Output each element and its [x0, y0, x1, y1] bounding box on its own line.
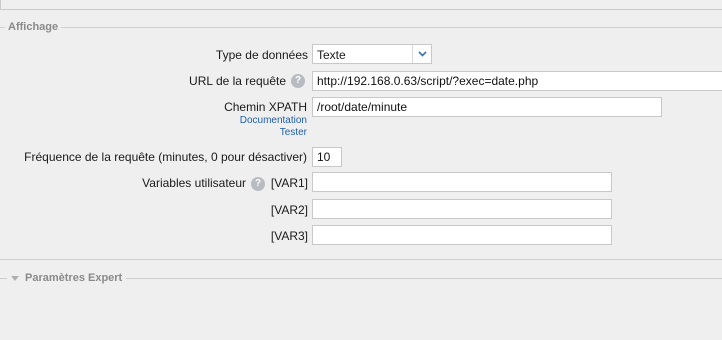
var1-input[interactable] — [312, 172, 612, 192]
url-label: URL de la requête — [189, 74, 286, 88]
var2-label: [VAR2] — [270, 203, 308, 217]
expert-legend[interactable]: Paramètres Expert — [7, 272, 127, 284]
var1-label: [VAR1] — [270, 176, 308, 190]
url-input[interactable]: http://192.168.0.63/script/?exec=date.ph… — [312, 71, 722, 91]
type-select[interactable]: Texte — [312, 44, 432, 64]
var3-label: [VAR3] — [270, 229, 308, 243]
top-bar — [0, 0, 722, 10]
expert-legend-label: Paramètres Expert — [25, 272, 123, 284]
chevron-down-icon — [412, 45, 431, 63]
variables-label: Variables utilisateur — [142, 176, 246, 190]
frequency-label: Fréquence de la requête (minutes, 0 pour… — [24, 150, 307, 164]
section-legend: Affichage — [5, 21, 62, 33]
type-label: Type de données — [215, 48, 308, 62]
tester-link[interactable]: Tester — [280, 127, 307, 138]
documentation-link[interactable]: Documentation — [240, 115, 307, 126]
help-icon[interactable]: ? — [251, 177, 265, 191]
var3-input[interactable] — [312, 225, 612, 245]
var2-input[interactable] — [312, 199, 612, 219]
type-select-value: Texte — [317, 48, 346, 62]
frequency-input[interactable]: 10 — [312, 147, 342, 167]
help-icon[interactable]: ? — [291, 74, 305, 88]
xpath-input[interactable]: /root/date/minute — [312, 97, 662, 117]
triangle-down-icon — [11, 275, 19, 281]
xpath-label: Chemin XPATH — [224, 100, 307, 114]
